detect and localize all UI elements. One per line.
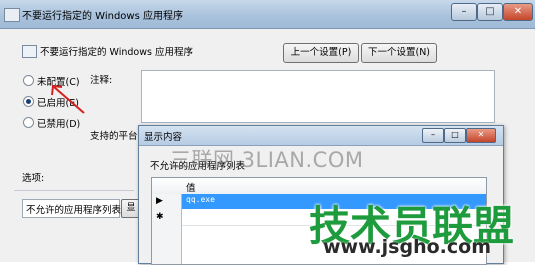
maximize-button[interactable]: □ xyxy=(477,3,503,21)
current-row-marker-icon: ▶ xyxy=(156,196,163,206)
supported-platforms-label: 支持的平台: xyxy=(90,131,141,142)
close-button[interactable]: ✕ xyxy=(503,3,533,21)
dialog-minimize-button[interactable]: – xyxy=(422,128,444,143)
options-label: 选项: xyxy=(22,173,45,184)
dialog-title: 显示内容 xyxy=(144,132,183,143)
radio-disabled[interactable] xyxy=(23,117,34,128)
comment-label: 注释: xyxy=(90,75,113,86)
url-watermark: www.jsgho.com xyxy=(323,236,491,258)
site-watermark: 三联网 3LIAN.COM xyxy=(170,148,364,172)
value-column-header[interactable]: 值 xyxy=(186,180,196,194)
table-cell-value[interactable]: qq.exe xyxy=(186,195,215,204)
setting-icon xyxy=(22,45,37,58)
row-selector-column: ▶ ✱ xyxy=(152,194,182,264)
disallowed-apps-field: 不允许的应用程序列表 xyxy=(22,199,122,218)
previous-setting-button[interactable]: 上一个设置(P) xyxy=(283,43,359,63)
disabled-label[interactable]: 已禁用(D) xyxy=(37,116,80,130)
policy-icon xyxy=(4,8,20,22)
comment-textarea[interactable] xyxy=(141,70,495,123)
dialog-close-button[interactable]: ✕ xyxy=(466,128,496,143)
window-title: 不要运行指定的 Windows 应用程序 xyxy=(22,11,183,22)
next-setting-button[interactable]: 下一个设置(N) xyxy=(361,43,437,63)
annotation-arrow-icon xyxy=(51,84,85,114)
section-divider xyxy=(14,190,134,191)
setting-title: 不要运行指定的 Windows 应用程序 xyxy=(40,47,193,58)
new-row-marker-icon: ✱ xyxy=(156,212,164,222)
radio-not-configured[interactable] xyxy=(23,75,34,86)
dialog-maximize-button[interactable]: □ xyxy=(444,128,466,143)
radio-enabled[interactable] xyxy=(23,96,34,107)
dialog-titlebar: 显示内容 – □ ✕ xyxy=(139,126,503,146)
window-titlebar: 不要运行指定的 Windows 应用程序 – □ ✕ xyxy=(0,0,535,29)
disallowed-apps-label: 不允许的应用程序列表 xyxy=(26,205,122,216)
minimize-button[interactable]: – xyxy=(451,3,477,21)
